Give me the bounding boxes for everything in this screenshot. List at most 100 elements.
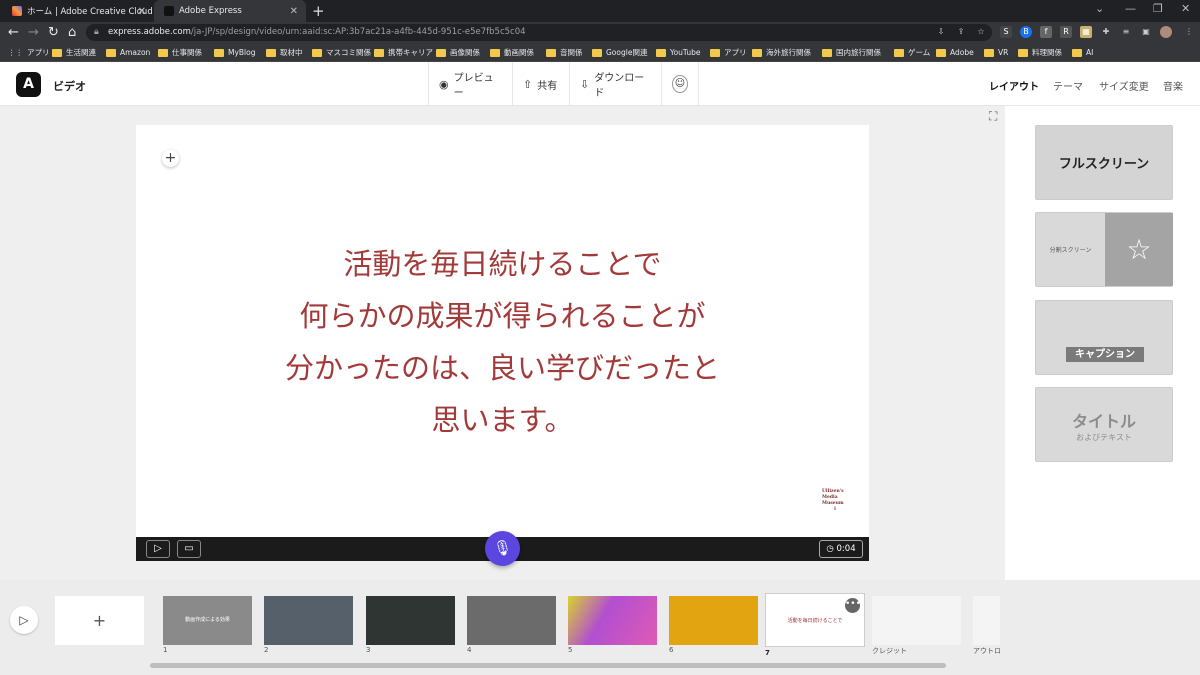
window-close-icon[interactable]: ✕ bbox=[1181, 2, 1190, 15]
bookmark-folder[interactable]: 画像関係 bbox=[436, 43, 480, 62]
bookmark-folder[interactable]: 料理関係 bbox=[1018, 43, 1062, 62]
share-upload-icon: ⇧ bbox=[523, 77, 533, 91]
extension-blue-icon[interactable]: B bbox=[1020, 26, 1032, 38]
layout-split-card[interactable]: 分割スクリーン ☆ bbox=[1035, 212, 1173, 287]
layout-caption-card[interactable]: キャプション bbox=[1035, 300, 1173, 375]
adobe-express-logo[interactable]: A bbox=[16, 72, 41, 97]
adobe-express-favicon-icon bbox=[164, 6, 174, 16]
forward-icon[interactable]: → bbox=[28, 22, 39, 43]
browser-tab-adobe-express[interactable]: Adobe Express ✕ bbox=[154, 0, 306, 22]
maximize-icon[interactable]: ❐ bbox=[1153, 2, 1163, 15]
side-panel-icon[interactable]: ▣ bbox=[1140, 26, 1152, 38]
bookmark-folder[interactable]: ゲーム bbox=[894, 43, 930, 62]
scene-label: クレジット bbox=[872, 647, 907, 655]
brand-watermark: Ullizen's Media Museum i bbox=[822, 489, 844, 512]
bookmark-folder[interactable]: アプリ bbox=[710, 43, 747, 62]
extension-rx-icon[interactable]: R bbox=[1060, 26, 1072, 38]
download-icon: ⇩ bbox=[580, 77, 590, 91]
bookmark-folder[interactable]: 国内旅行関係 bbox=[822, 43, 881, 62]
minimize-icon[interactable]: — bbox=[1125, 2, 1136, 15]
slide-duration-button[interactable]: ◷ 0:04 bbox=[819, 540, 863, 558]
bookmark-folder[interactable]: Google関連 bbox=[592, 43, 647, 62]
address-bar[interactable]: express.adobe.com/ja-JP/sp/design/video/… bbox=[86, 24, 992, 41]
invite-collaborator-button[interactable]: ☺ bbox=[661, 62, 699, 106]
bookmark-folder[interactable]: Adobe bbox=[936, 43, 974, 62]
play-icon[interactable]: ▷ bbox=[146, 540, 170, 558]
tab-title: ホーム | Adobe Creative Cloud bbox=[27, 7, 153, 17]
scene-label: アウトロ bbox=[973, 647, 1001, 655]
share-button[interactable]: ⇧ 共有 bbox=[512, 62, 569, 106]
extension-grey-icon[interactable]: f bbox=[1040, 26, 1052, 38]
profile-avatar[interactable] bbox=[1160, 26, 1172, 38]
bookmark-folder[interactable]: マスコミ関係 bbox=[312, 43, 371, 62]
add-scene-button[interactable]: + bbox=[55, 596, 144, 645]
scene-thumbnail[interactable]: 動画作成による効果 bbox=[163, 596, 252, 645]
layout-title-card[interactable]: タイトル およびテキスト bbox=[1035, 387, 1173, 462]
extension-s-icon[interactable]: S bbox=[1000, 26, 1012, 38]
share-page-icon[interactable]: ⇪ bbox=[955, 26, 967, 38]
scene-more-options-icon[interactable]: ••• bbox=[845, 598, 861, 613]
tab-search-chevron-icon[interactable]: ⌄ bbox=[1095, 2, 1104, 15]
scene-number: 5 bbox=[568, 646, 573, 654]
bookmark-apps[interactable]: ⋮⋮ アプリ bbox=[8, 43, 50, 62]
title-sub-label: およびテキスト bbox=[1076, 433, 1132, 442]
tab-theme[interactable]: テーマ bbox=[1053, 78, 1083, 93]
star-icon: ☆ bbox=[1105, 213, 1173, 286]
caption-toggle-icon[interactable]: ▭ bbox=[177, 540, 201, 558]
scene-number: 6 bbox=[669, 646, 674, 654]
bookmark-folder[interactable]: 仕事関係 bbox=[158, 43, 202, 62]
add-media-button[interactable]: + bbox=[162, 150, 179, 167]
lock-icon[interactable]: 🔒︎ bbox=[94, 27, 99, 37]
bookmark-folder[interactable]: VR bbox=[984, 43, 1008, 62]
back-icon[interactable]: ← bbox=[8, 22, 19, 43]
scene-thumbnail[interactable] bbox=[568, 596, 657, 645]
scene-thumbnail[interactable] bbox=[669, 596, 758, 645]
scene-number: 2 bbox=[264, 646, 269, 654]
home-icon[interactable]: ⌂ bbox=[68, 22, 76, 43]
folder-icon bbox=[214, 48, 224, 57]
bookmark-folder[interactable]: AI bbox=[1072, 43, 1093, 62]
scene-number: 4 bbox=[467, 646, 472, 654]
folder-icon bbox=[312, 48, 322, 57]
bookmark-folder[interactable]: 取材中 bbox=[266, 43, 303, 62]
scene-thumbnail[interactable] bbox=[366, 596, 455, 645]
bookmark-folder[interactable]: Amazon bbox=[106, 43, 150, 62]
folder-icon bbox=[752, 48, 762, 57]
scene-thumbnail[interactable] bbox=[467, 596, 556, 645]
bookmark-folder[interactable]: 生活関連 bbox=[52, 43, 96, 62]
tab-music[interactable]: 音楽 bbox=[1163, 78, 1183, 93]
extensions-puzzle-icon[interactable]: ✚ bbox=[1100, 26, 1112, 38]
bookmark-folder[interactable]: 携帯キャリア bbox=[374, 43, 433, 62]
scene-thumbnail[interactable] bbox=[264, 596, 353, 645]
bookmark-folder[interactable]: MyBlog bbox=[214, 43, 256, 62]
bookmark-folder[interactable]: 海外旅行関係 bbox=[752, 43, 811, 62]
bookmark-star-icon[interactable]: ☆ bbox=[975, 26, 987, 38]
record-voice-mic-icon[interactable]: 🎙︎ bbox=[485, 531, 520, 566]
browser-tab-creative-cloud[interactable]: ホーム | Adobe Creative Cloud ✕ bbox=[2, 0, 154, 22]
tab-resize[interactable]: サイズ変更 bbox=[1099, 78, 1149, 93]
download-button[interactable]: ⇩ ダウンロード bbox=[569, 62, 661, 106]
bookmark-folder[interactable]: YouTube bbox=[656, 43, 701, 62]
layout-fullscreen-card[interactable]: フルスクリーン bbox=[1035, 125, 1173, 200]
new-tab-button[interactable]: + bbox=[312, 2, 325, 20]
timeline-scrollbar[interactable] bbox=[150, 663, 946, 668]
bookmark-folder[interactable]: 動画関係 bbox=[490, 43, 534, 62]
folder-icon bbox=[490, 48, 500, 57]
document-title[interactable]: ビデオ bbox=[53, 78, 86, 94]
preview-button[interactable]: ◉ プレビュー bbox=[428, 62, 512, 106]
scene-thumbnail-outro[interactable] bbox=[973, 596, 1000, 645]
bookmark-folder[interactable]: 音関係 bbox=[546, 43, 583, 62]
reading-list-icon[interactable]: ≡ bbox=[1120, 26, 1132, 38]
extension-yellow-icon[interactable]: ▦ bbox=[1080, 26, 1092, 38]
browser-menu-icon[interactable]: ⋮ bbox=[1183, 26, 1195, 38]
close-tab-icon[interactable]: ✕ bbox=[290, 6, 298, 17]
close-tab-icon[interactable]: ✕ bbox=[138, 6, 146, 17]
fit-to-screen-icon[interactable]: ⛶ bbox=[989, 109, 997, 124]
url-host: express.adobe.com bbox=[108, 27, 191, 37]
reload-icon[interactable]: ↻ bbox=[48, 22, 59, 43]
scene-thumbnail-credits[interactable] bbox=[872, 596, 961, 645]
tab-layout[interactable]: レイアウト bbox=[989, 78, 1039, 93]
play-all-icon[interactable]: ▷ bbox=[10, 606, 38, 634]
install-app-icon[interactable]: ⇩ bbox=[935, 26, 947, 38]
slide-caption-text[interactable]: 活動を毎日続けることで 何らかの成果が得られることが 分かったのは、良い学びだっ… bbox=[136, 238, 869, 446]
